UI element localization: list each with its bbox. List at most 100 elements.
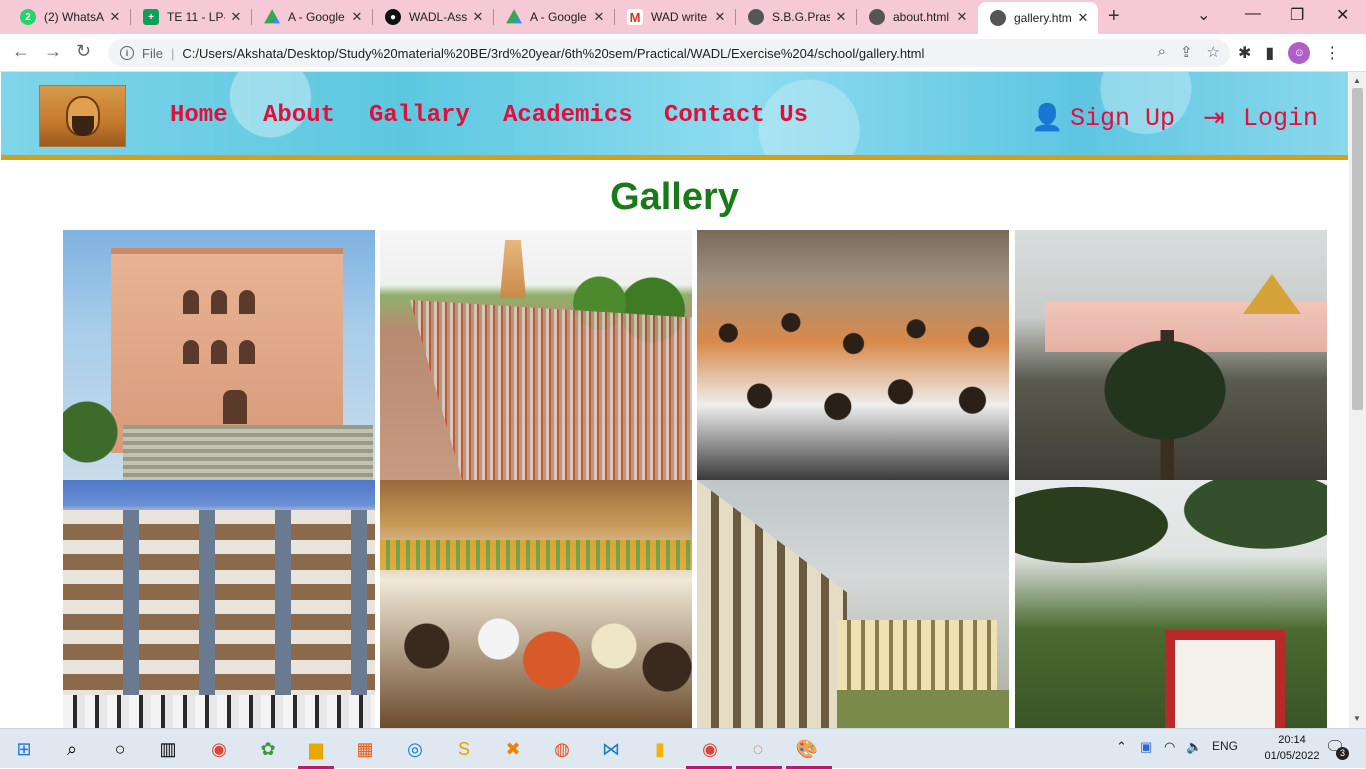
gallery-photo-gate[interactable] bbox=[1015, 480, 1327, 728]
tab-sheets[interactable]: + TE 11 - LP- ✕ bbox=[131, 0, 251, 34]
xampp-icon[interactable]: ✖ bbox=[499, 735, 527, 763]
tab-title: S.B.G.Prash bbox=[772, 10, 830, 24]
close-tab-icon[interactable]: ✕ bbox=[229, 9, 243, 25]
close-tab-icon[interactable]: ✕ bbox=[1076, 10, 1090, 26]
login-icon[interactable]: ⇥ bbox=[1203, 102, 1225, 133]
tab-title: gallery.htm bbox=[1014, 11, 1072, 25]
gallery-photo-palace[interactable] bbox=[1015, 230, 1327, 480]
tab-drive-2[interactable]: A - Google ✕ bbox=[494, 0, 614, 34]
bookmark-star-icon[interactable]: ☆ bbox=[1207, 43, 1220, 61]
file-explorer-icon[interactable]: ▆ bbox=[302, 735, 330, 763]
paint-icon[interactable]: 🎨 bbox=[793, 735, 821, 763]
tab-title: TE 11 - LP- bbox=[167, 10, 225, 24]
gallery-photo-campus[interactable] bbox=[697, 480, 1009, 728]
restore-icon[interactable]: ❐ bbox=[1290, 5, 1304, 25]
task-view-icon[interactable]: ▥ bbox=[154, 735, 182, 763]
page-scrollbar[interactable]: ▲ ▼ bbox=[1349, 72, 1366, 728]
side-panel-icon[interactable]: ▮ bbox=[1265, 43, 1274, 63]
tab-drive-1[interactable]: A - Google ✕ bbox=[252, 0, 372, 34]
nav-about[interactable]: About bbox=[263, 102, 335, 129]
vscode-icon[interactable]: ⋈ bbox=[597, 735, 625, 763]
zoom-icon[interactable]: ⌕ bbox=[1158, 43, 1166, 61]
share-icon[interactable]: ⇪ bbox=[1180, 43, 1193, 61]
windows-start-icon[interactable]: ⊞ bbox=[10, 735, 38, 763]
tray-app-icon[interactable]: ▣ bbox=[1140, 739, 1152, 755]
gallery-photo-temple[interactable] bbox=[63, 230, 375, 480]
tab-strip: 2 (2) WhatsA ✕ + TE 11 - LP- ✕ A - Googl… bbox=[0, 0, 1366, 34]
tab-title: A - Google bbox=[288, 10, 345, 24]
url-input[interactable]: i File | C:/Users/Akshata/Desktop/Study%… bbox=[108, 39, 1230, 67]
language-indicator[interactable]: ENG bbox=[1212, 739, 1238, 753]
scroll-down-icon[interactable]: ▼ bbox=[1353, 714, 1361, 723]
tab-gallery-active[interactable]: gallery.htm ✕ bbox=[978, 2, 1098, 34]
page-viewport: Home About Gallary Academics Contact Us … bbox=[0, 72, 1349, 728]
close-tab-icon[interactable]: ✕ bbox=[350, 9, 364, 25]
scroll-thumb[interactable] bbox=[1352, 88, 1363, 410]
nav-signup[interactable]: Sign Up bbox=[1070, 104, 1175, 133]
url-text: C:/Users/Akshata/Desktop/Study%20materia… bbox=[182, 45, 925, 61]
close-tab-icon[interactable]: ✕ bbox=[834, 9, 848, 25]
wifi-icon[interactable]: ◠ bbox=[1164, 739, 1175, 755]
tab-title: (2) WhatsA bbox=[44, 10, 104, 24]
powerbi-icon[interactable]: ▮ bbox=[646, 735, 674, 763]
clock-date: 01/05/2022 bbox=[1264, 750, 1320, 762]
close-tab-icon[interactable]: ✕ bbox=[713, 9, 727, 25]
avatar[interactable]: ☺ bbox=[1288, 42, 1311, 64]
scroll-up-icon[interactable]: ▲ bbox=[1353, 76, 1361, 85]
clock[interactable]: 20:14 01/05/2022 bbox=[1262, 732, 1322, 764]
globe-icon bbox=[869, 9, 885, 25]
gallery-photo-students[interactable] bbox=[697, 230, 1009, 480]
notification-count-badge: 3 bbox=[1336, 747, 1349, 760]
info-icon[interactable]: i bbox=[120, 46, 134, 60]
nav-academics[interactable]: Academics bbox=[503, 102, 633, 129]
school-logo[interactable] bbox=[39, 85, 126, 147]
app-icon[interactable]: ✿ bbox=[254, 735, 282, 763]
store-icon[interactable]: ▦ bbox=[351, 735, 379, 763]
github-icon: ● bbox=[385, 9, 401, 25]
minimize-icon[interactable]: — bbox=[1245, 5, 1261, 23]
nav-contact[interactable]: Contact Us bbox=[664, 102, 808, 129]
whatsapp-icon: 2 bbox=[20, 9, 36, 25]
gallery-photo-yoga[interactable] bbox=[380, 230, 692, 480]
user-icon[interactable]: 👤 bbox=[1031, 102, 1063, 133]
search-icon[interactable]: ⌕ bbox=[58, 735, 86, 763]
tab-whatsapp[interactable]: 2 (2) WhatsA ✕ bbox=[8, 0, 130, 34]
gallery-photo-college[interactable] bbox=[63, 480, 375, 728]
nav-home[interactable]: Home bbox=[170, 102, 228, 129]
close-tab-icon[interactable]: ✕ bbox=[592, 9, 606, 25]
nav-gallery[interactable]: Gallary bbox=[369, 102, 470, 129]
tab-gmail[interactable]: M WAD write ✕ bbox=[615, 0, 735, 34]
forward-icon[interactable]: → bbox=[44, 41, 62, 62]
volume-icon[interactable]: 🔈 bbox=[1186, 739, 1202, 755]
saint-portrait-icon bbox=[65, 96, 100, 136]
reload-icon[interactable]: ↻ bbox=[76, 41, 91, 62]
edge-icon[interactable]: ◎ bbox=[401, 735, 429, 763]
nav-login[interactable]: Login bbox=[1243, 104, 1318, 133]
new-tab-icon[interactable]: + bbox=[1108, 5, 1120, 28]
chrome-profile-icon[interactable]: ◉ bbox=[696, 735, 724, 763]
close-tab-icon[interactable]: ✕ bbox=[108, 9, 122, 25]
close-tab-icon[interactable]: ✕ bbox=[955, 9, 969, 25]
menu-dots-icon[interactable]: ⋮ bbox=[1324, 43, 1340, 63]
app-icon[interactable]: ◌ bbox=[744, 735, 772, 763]
tab-title: WAD write bbox=[651, 10, 708, 24]
tab-search-icon[interactable]: ⌄ bbox=[1197, 5, 1210, 25]
close-tab-icon[interactable]: ✕ bbox=[471, 9, 485, 25]
scheme-label: File bbox=[142, 45, 163, 61]
tab-github[interactable]: ● WADL-Ass ✕ bbox=[373, 0, 493, 34]
extensions-icon[interactable]: ✱ bbox=[1238, 43, 1251, 63]
taskbar: ⊞ ⌕ ○ ▥ ◉ ✿ ▆ ▦ ◎ S ✖ ◍ ⋈ ▮ ◉ ◌ 🎨 ⌃ ▣ ◠ … bbox=[0, 728, 1366, 769]
gallery-photo-ceremony[interactable] bbox=[380, 480, 692, 728]
close-window-icon[interactable]: ✕ bbox=[1336, 5, 1349, 25]
tray-chevron-icon[interactable]: ⌃ bbox=[1116, 739, 1127, 755]
tab-about[interactable]: about.html ✕ bbox=[857, 0, 977, 34]
tab-title: WADL-Ass bbox=[409, 10, 467, 24]
chrome-icon[interactable]: ◉ bbox=[205, 735, 233, 763]
cortana-icon[interactable]: ○ bbox=[106, 735, 134, 763]
tab-sbg[interactable]: S.B.G.Prash ✕ bbox=[736, 0, 856, 34]
back-icon[interactable]: ← bbox=[12, 41, 30, 62]
drive-icon bbox=[506, 9, 522, 24]
firefox-icon[interactable]: ◍ bbox=[548, 735, 576, 763]
sublime-icon[interactable]: S bbox=[450, 735, 478, 763]
page-title: Gallery bbox=[610, 176, 739, 218]
